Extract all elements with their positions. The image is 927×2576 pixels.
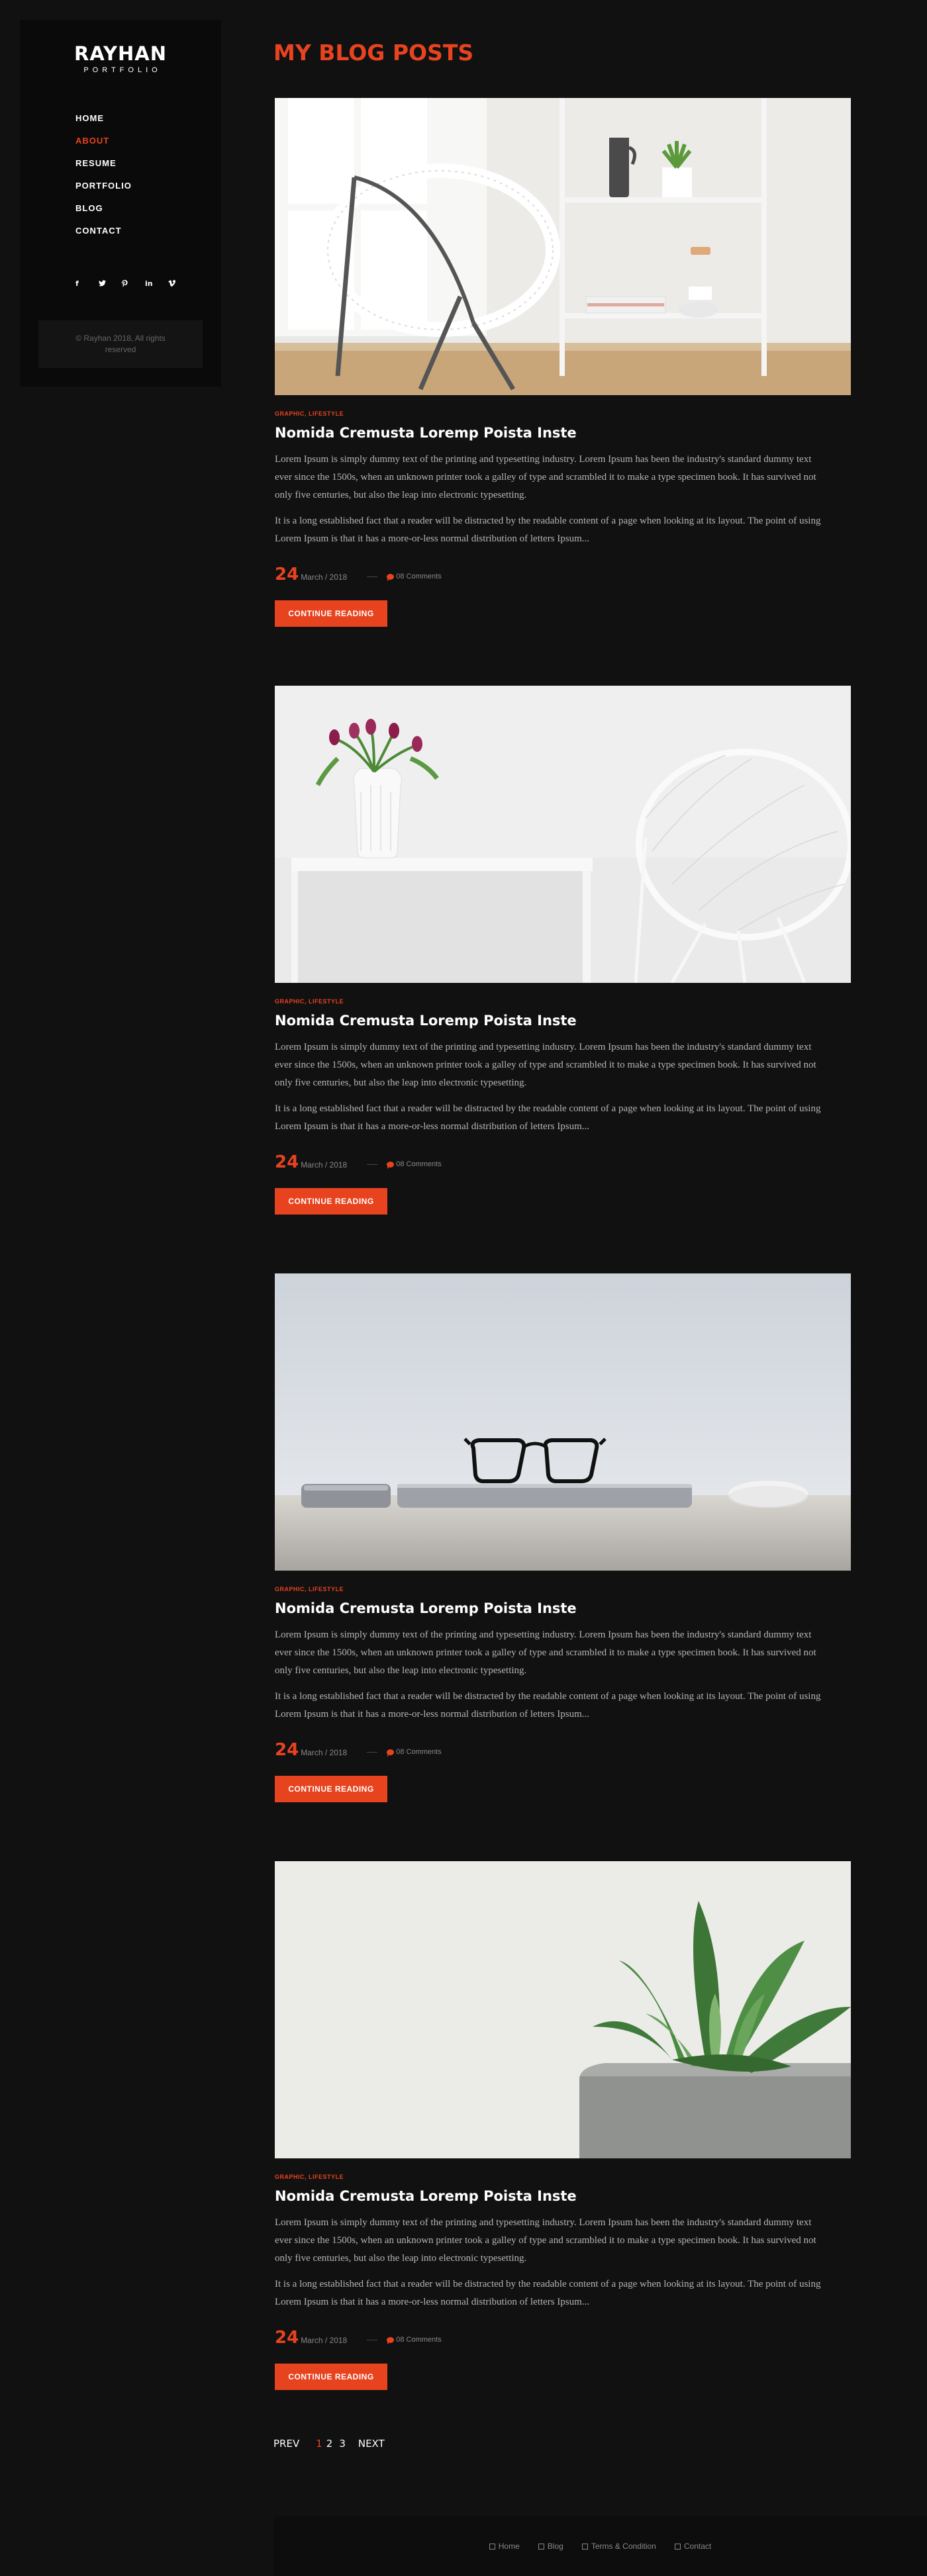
nav-item-resume[interactable]: RESUME — [75, 152, 132, 175]
footer: Home Blog Terms & Condition Contact — [273, 2516, 927, 2576]
post-title[interactable]: Nomida Cremusta Loremp Poista Inste — [275, 1013, 851, 1029]
page-link-1[interactable]: 1 — [316, 2438, 322, 2450]
post-image-glasses-on-laptop[interactable] — [275, 1273, 851, 1571]
twitter-icon[interactable] — [99, 277, 122, 290]
post-day: 24 — [275, 1152, 299, 1172]
brand-subtitle: PORTFOLIO — [83, 66, 162, 74]
post-meta: 24 March / 2018 08 Comments — [275, 2328, 851, 2348]
post-meta: 24 March / 2018 08 Comments — [275, 1152, 851, 1172]
post-title[interactable]: Nomida Cremusta Loremp Poista Inste — [275, 2188, 851, 2204]
post-day: 24 — [275, 565, 299, 584]
post-category[interactable]: GRAPHIC, LIFESTYLE — [275, 410, 851, 417]
nav-item-portfolio[interactable]: PORTFOLIO — [75, 175, 132, 197]
blog-post: GRAPHIC, LIFESTYLE Nomida Cremusta Lorem… — [275, 1273, 851, 1802]
facebook-icon[interactable]: f — [75, 277, 99, 290]
page-link-3[interactable]: 3 — [339, 2438, 346, 2450]
post-month: March / 2018 — [301, 1160, 348, 1170]
pagination: PREV 1 2 3 NEXT — [273, 2438, 385, 2450]
footer-link-label: Home — [498, 2542, 520, 2551]
post-title[interactable]: Nomida Cremusta Loremp Poista Inste — [275, 425, 851, 441]
vimeo-icon[interactable] — [168, 277, 191, 290]
meta-divider — [367, 576, 378, 577]
footer-link-label: Blog — [547, 2542, 563, 2551]
post-excerpt: Lorem Ipsum is simply dummy text of the … — [275, 1630, 816, 1676]
sidebar: RAYHAN PORTFOLIO HOME ABOUT RESUME PORTF… — [20, 20, 221, 387]
post-month: March / 2018 — [301, 2336, 348, 2345]
prev-page-link[interactable]: PREV — [273, 2438, 299, 2450]
blog-post: GRAPHIC, LIFESTYLE Nomida Cremusta Lorem… — [275, 98, 851, 627]
continue-reading-button[interactable]: CONTINUE READING — [275, 600, 387, 627]
comment-icon — [387, 2336, 395, 2344]
comments-count: 08 Comments — [396, 2336, 442, 2344]
post-title[interactable]: Nomida Cremusta Loremp Poista Inste — [275, 1600, 851, 1616]
brand-name: RAYHAN — [74, 42, 167, 65]
linkedin-icon[interactable]: in — [145, 277, 168, 290]
post-excerpt-more: It is a long established fact that a rea… — [275, 2279, 821, 2307]
footer-link-label: Contact — [683, 2542, 712, 2551]
post-comments[interactable]: 08 Comments — [387, 2336, 442, 2344]
page-link-2[interactable]: 2 — [326, 2438, 333, 2450]
post-comments[interactable]: 08 Comments — [387, 573, 442, 581]
footer-link-blog[interactable]: Blog — [538, 2542, 563, 2551]
post-comments[interactable]: 08 Comments — [387, 1160, 442, 1169]
post-image-succulent-plant[interactable] — [275, 1861, 851, 2158]
post-category[interactable]: GRAPHIC, LIFESTYLE — [275, 998, 851, 1005]
blog-post: GRAPHIC, LIFESTYLE Nomida Cremusta Lorem… — [275, 686, 851, 1215]
footer-link-terms[interactable]: Terms & Condition — [581, 2542, 656, 2551]
post-meta: 24 March / 2018 08 Comments — [275, 1740, 851, 1760]
nav-item-contact[interactable]: CONTACT — [75, 220, 132, 242]
comments-count: 08 Comments — [396, 573, 442, 580]
continue-reading-button[interactable]: CONTINUE READING — [275, 1188, 387, 1215]
comment-icon — [387, 1161, 395, 1169]
pinterest-icon[interactable] — [122, 277, 145, 290]
continue-reading-button[interactable]: CONTINUE READING — [275, 2364, 387, 2390]
post-excerpt: Lorem Ipsum is simply dummy text of the … — [275, 2217, 816, 2264]
post-excerpt-more: It is a long established fact that a rea… — [275, 1691, 821, 1720]
comment-icon — [387, 1749, 395, 1757]
footer-link-label: Terms & Condition — [591, 2542, 656, 2551]
continue-reading-button[interactable]: CONTINUE READING — [275, 1776, 387, 1802]
comments-count: 08 Comments — [396, 1748, 442, 1756]
post-image-tulips-and-chair[interactable] — [275, 686, 851, 983]
page-title: MY BLOG POSTS — [273, 40, 474, 66]
nav-item-blog[interactable]: BLOG — [75, 197, 132, 220]
copyright-box: © Rayhan 2018, All rights reserved — [38, 320, 203, 368]
comment-icon — [387, 573, 395, 581]
footer-link-home[interactable]: Home — [489, 2542, 520, 2551]
post-month: March / 2018 — [301, 1748, 348, 1757]
post-image-chair-and-shelf[interactable] — [275, 98, 851, 395]
post-excerpt: Lorem Ipsum is simply dummy text of the … — [275, 454, 816, 500]
post-comments[interactable]: 08 Comments — [387, 1748, 442, 1757]
comments-count: 08 Comments — [396, 1160, 442, 1168]
meta-divider — [367, 1164, 378, 1165]
brand-logo[interactable]: RAYHAN PORTFOLIO — [20, 42, 221, 74]
nav-item-home[interactable]: HOME — [75, 107, 132, 130]
blog-post: GRAPHIC, LIFESTYLE Nomida Cremusta Lorem… — [275, 1861, 851, 2390]
post-month: March / 2018 — [301, 573, 348, 582]
main-nav: HOME ABOUT RESUME PORTFOLIO BLOG CONTACT — [75, 107, 132, 242]
next-page-link[interactable]: NEXT — [358, 2438, 385, 2450]
social-links: f in — [75, 277, 191, 290]
square-icon — [581, 2543, 588, 2550]
post-category[interactable]: GRAPHIC, LIFESTYLE — [275, 2174, 851, 2180]
square-icon — [674, 2543, 681, 2550]
footer-link-contact[interactable]: Contact — [674, 2542, 712, 2551]
post-day: 24 — [275, 1740, 299, 1760]
copyright-text: © Rayhan 2018, All rights reserved — [75, 334, 166, 354]
post-excerpt-more: It is a long established fact that a rea… — [275, 1103, 821, 1132]
nav-item-about[interactable]: ABOUT — [75, 130, 132, 152]
post-meta: 24 March / 2018 08 Comments — [275, 565, 851, 584]
post-excerpt-more: It is a long established fact that a rea… — [275, 516, 821, 544]
meta-divider — [367, 1751, 378, 1753]
post-day: 24 — [275, 2328, 299, 2348]
square-icon — [538, 2543, 544, 2550]
post-excerpt: Lorem Ipsum is simply dummy text of the … — [275, 1042, 816, 1088]
square-icon — [489, 2543, 495, 2550]
post-category[interactable]: GRAPHIC, LIFESTYLE — [275, 1586, 851, 1592]
